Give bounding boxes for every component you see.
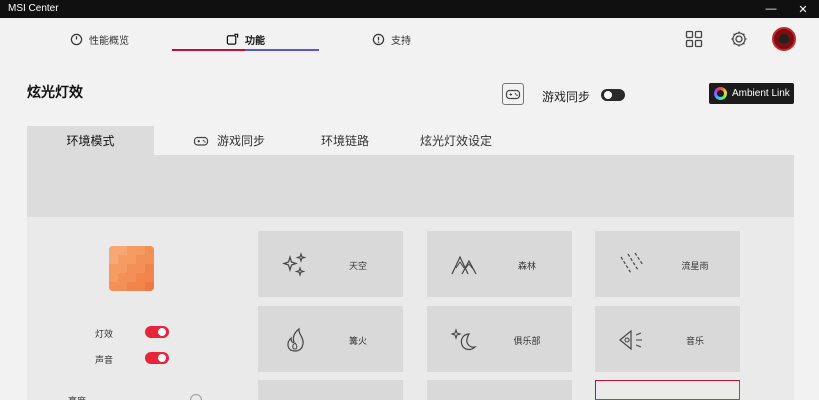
lighting-preview — [109, 246, 154, 291]
scene-card-label: 音乐 — [685, 336, 704, 346]
gauge-icon — [70, 33, 83, 45]
gear-icon — [731, 31, 747, 47]
sparkle-icon — [280, 250, 310, 280]
scene-card-label: 流星雨 — [681, 261, 709, 271]
preview-cell — [109, 255, 118, 264]
preview-cell — [109, 246, 118, 255]
subtab-lighting-settings[interactable]: 炫光灯效设定 — [411, 126, 501, 155]
scene-card-sky[interactable]: 天空 — [258, 231, 403, 297]
gamepad-icon — [193, 136, 209, 146]
preview-cell — [118, 264, 127, 273]
scene-card-campfire[interactable]: 篝火 — [258, 306, 403, 372]
preview-cell — [127, 282, 136, 291]
scene-card-meteor[interactable]: 流星雨 — [595, 231, 740, 297]
ambient-link-icon — [714, 87, 727, 100]
tab-performance[interactable]: 性能概览 — [70, 26, 129, 52]
scene-card-label: 篝火 — [348, 336, 367, 346]
feature-icon — [226, 33, 239, 45]
settings-button[interactable] — [728, 28, 750, 50]
preview-cell — [118, 255, 127, 264]
sound-toggle[interactable] — [145, 352, 169, 364]
preview-cell — [145, 246, 154, 255]
page-title: 炫光灯效 — [27, 84, 83, 100]
tab-support[interactable]: 支持 — [372, 26, 411, 52]
subtab-header-band — [27, 155, 794, 217]
preview-cell — [145, 255, 154, 264]
scene-card-club[interactable]: 俱乐部 — [427, 306, 572, 372]
brightness-info-icon[interactable] — [190, 394, 202, 400]
scene-card-label: 森林 — [517, 261, 536, 271]
scene-card-music[interactable]: 音乐 — [595, 306, 740, 372]
lighting-toggle[interactable] — [145, 326, 169, 338]
subtab-game-sync-label: 游戏同步 — [216, 134, 265, 148]
preview-cell — [109, 264, 118, 273]
preview-cell — [136, 282, 145, 291]
subtab-ambient-link[interactable]: 环境链路 — [310, 126, 380, 155]
preview-cell — [136, 264, 145, 273]
app-title: MSI Center — [8, 3, 59, 14]
sound-label: 声音 — [95, 355, 114, 365]
gamepad-icon — [505, 89, 521, 100]
title-bar: MSI Center — ✕ — [0, 0, 819, 18]
subtab-ambient-link-label: 环境链路 — [320, 134, 369, 148]
support-icon — [372, 33, 385, 45]
scene-card-selected[interactable] — [595, 380, 740, 400]
lighting-label: 灯效 — [95, 329, 114, 339]
preview-cell — [145, 273, 154, 282]
preview-cell — [127, 246, 136, 255]
subtab-game-sync[interactable]: 游戏同步 — [179, 126, 279, 155]
preview-cell — [109, 282, 118, 291]
lighting-subtabs: 环境模式 游戏同步 环境链路 炫光灯效设定 — [27, 126, 794, 155]
active-tab-underline-accent — [245, 49, 319, 51]
scene-card[interactable] — [427, 380, 572, 400]
preview-cell — [145, 264, 154, 273]
preview-cell — [136, 255, 145, 264]
subtab-ambient-mode[interactable]: 环境模式 — [27, 126, 154, 155]
scene-card-label: 天空 — [348, 261, 367, 271]
game-sync-button[interactable] — [502, 83, 524, 105]
preview-cell — [118, 246, 127, 255]
ambient-link-button[interactable]: Ambient Link — [709, 83, 794, 104]
forest-icon — [449, 250, 479, 280]
meteor-icon — [617, 250, 647, 280]
close-button[interactable]: ✕ — [790, 0, 816, 18]
avatar[interactable] — [772, 27, 796, 51]
scene-card-label: 俱乐部 — [513, 336, 541, 346]
preview-cell — [136, 273, 145, 282]
subtab-ambient-mode-label: 环境模式 — [66, 134, 115, 148]
apps-grid-button[interactable] — [683, 28, 705, 50]
speaker-icon — [617, 325, 647, 355]
tab-features-label: 功能 — [245, 35, 265, 47]
preview-cell — [127, 255, 136, 264]
tab-performance-label: 性能概览 — [89, 35, 129, 47]
preview-cell — [109, 273, 118, 282]
preview-cell — [127, 273, 136, 282]
scene-card[interactable] — [258, 380, 403, 400]
game-sync-label: 游戏同步 — [542, 90, 591, 104]
tab-support-label: 支持 — [391, 35, 411, 47]
preview-cell — [118, 282, 127, 291]
preview-cell — [145, 282, 154, 291]
preview-cell — [127, 264, 136, 273]
preview-cell — [136, 246, 145, 255]
campfire-icon — [280, 325, 310, 355]
scene-card-forest[interactable]: 森林 — [427, 231, 572, 297]
game-sync-toggle[interactable] — [601, 89, 625, 101]
subtab-lighting-settings-label: 炫光灯效设定 — [419, 134, 492, 148]
brightness-label: 亮度 — [68, 394, 86, 400]
top-nav: 性能概览 功能 支持 — [0, 18, 819, 64]
moon-star-icon — [449, 325, 479, 355]
grid-icon — [685, 30, 703, 48]
ambient-link-label: Ambient Link — [732, 88, 790, 99]
minimize-button[interactable]: — — [758, 0, 784, 18]
preview-cell — [118, 273, 127, 282]
